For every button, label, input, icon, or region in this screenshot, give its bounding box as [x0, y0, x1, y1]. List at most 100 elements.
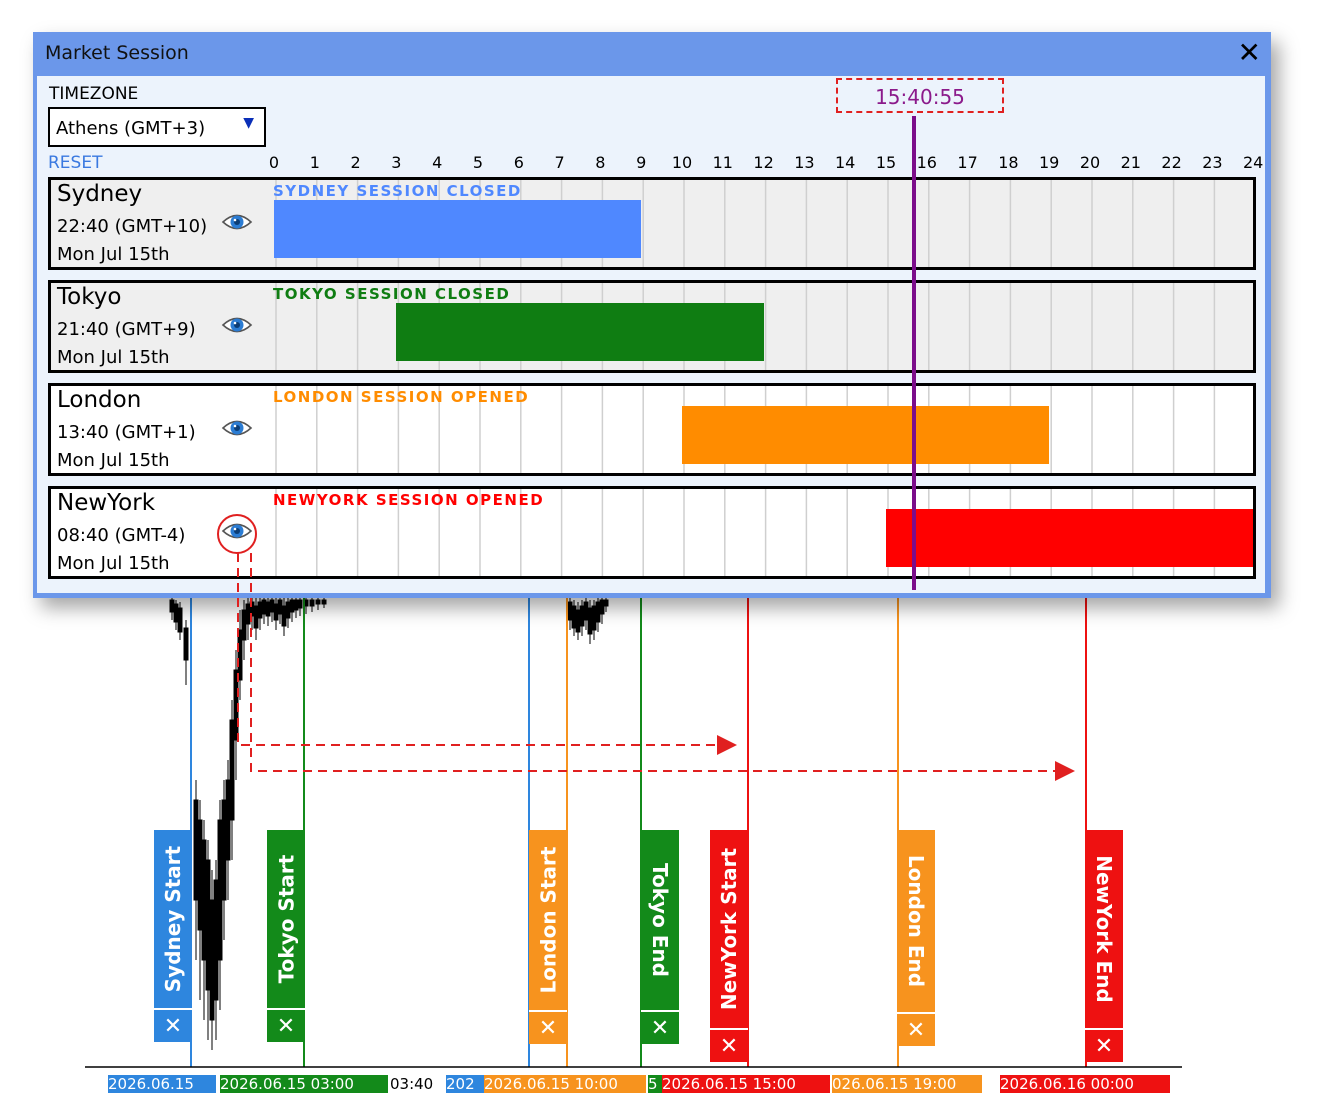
marker-label: Sydney Start: [161, 845, 186, 993]
session-name: NewYork: [57, 490, 156, 516]
marker-close-icon[interactable]: ✕: [641, 1010, 679, 1044]
hour-label: 2: [350, 153, 361, 172]
candle: [599, 599, 605, 615]
timezone-label: TIMEZONE: [49, 84, 139, 104]
marker-tokyo-end: Tokyo End ✕: [641, 830, 679, 1044]
eye-icon[interactable]: [221, 414, 253, 442]
candle: [173, 603, 179, 623]
hour-label: 11: [712, 153, 733, 172]
candle: [269, 599, 275, 613]
hour-label: 12: [753, 153, 774, 172]
close-icon[interactable]: ✕: [1238, 36, 1261, 69]
marker-close-icon[interactable]: ✕: [897, 1012, 935, 1046]
candle: [209, 899, 215, 1021]
candle: [237, 629, 243, 681]
session-local-time: 22:40 (GMT+10): [57, 216, 208, 237]
candle: [321, 599, 327, 605]
candle: [245, 603, 251, 625]
candle: [567, 601, 573, 621]
hour-label: 0: [268, 153, 280, 172]
marker-label: Tokyo Start: [274, 854, 298, 984]
session-status: TOKYO SESSION CLOSED: [273, 285, 511, 303]
timezone-value: Athens (GMT+3): [56, 118, 206, 139]
candle: [571, 605, 577, 629]
marker-label: London Start: [536, 846, 560, 994]
session-date: Mon Jul 15th: [57, 244, 170, 265]
candle: [289, 599, 295, 613]
session-row-london: London 13:40 (GMT+1) Mon Jul 15th LONDON SE…: [48, 383, 1256, 476]
candle: [193, 799, 199, 901]
candle: [315, 599, 321, 605]
candle: [225, 779, 231, 861]
marker-newyork-end: NewYork End ✕: [1085, 830, 1123, 1062]
candle: [241, 609, 247, 641]
candle: [281, 605, 287, 627]
candle: [297, 599, 303, 609]
marker-label: NewYork End: [1092, 855, 1117, 1003]
marker-newyork-start: NewYork Start ✕: [710, 830, 748, 1062]
timezone-select[interactable]: Athens (GMT+3) ▼: [48, 107, 266, 147]
candle: [265, 601, 271, 617]
session-date: Mon Jul 15th: [57, 553, 170, 574]
marker-label: Tokyo End: [648, 863, 673, 977]
hour-label: 24: [1243, 153, 1264, 172]
hour-label: 18: [998, 153, 1019, 172]
marker-label: NewYork Start: [717, 847, 741, 1011]
current-time-line: [911, 116, 916, 590]
marker-close-icon[interactable]: ✕: [154, 1008, 192, 1042]
candle: [177, 607, 183, 633]
hour-label: 23: [1202, 153, 1223, 172]
hour-label: 14: [835, 153, 856, 172]
session-row-sydney: Sydney 22:40 (GMT+10) Mon Jul 15th SYDNEY S…: [48, 177, 1256, 270]
eye-icon[interactable]: [221, 311, 253, 339]
candle: [249, 601, 255, 617]
session-bar-sydney: [274, 200, 642, 258]
reset-button[interactable]: RESET: [48, 153, 102, 173]
marker-close-icon[interactable]: ✕: [1085, 1028, 1123, 1062]
hour-label: 4: [432, 153, 443, 172]
hour-label: 1: [309, 153, 320, 172]
session-row-newyork: NewYork 08:40 (GMT-4) Mon Jul 15th NEWYORK …: [48, 486, 1256, 579]
hour-label: 10: [671, 153, 693, 172]
session-date: Mon Jul 15th: [57, 450, 170, 471]
axis-date-label: 2026.06.15 03:00: [220, 1075, 388, 1093]
session-bar-newyork: [886, 509, 1253, 567]
current-time-box: 15:40:55: [836, 78, 1004, 113]
marker-close-icon[interactable]: ✕: [529, 1010, 567, 1044]
session-bar-london: [682, 406, 1050, 464]
hour-label: 17: [957, 153, 978, 172]
hour-label: 3: [391, 153, 402, 172]
session-status: LONDON SESSION OPENED: [273, 388, 530, 406]
candle: [603, 599, 609, 607]
candle: [233, 669, 239, 741]
hour-label: 22: [1161, 153, 1182, 172]
candle: [183, 627, 189, 661]
eye-icon[interactable]: [221, 208, 253, 236]
candle: [587, 607, 593, 635]
hour-label: 20: [1079, 153, 1101, 172]
candle: [257, 601, 263, 619]
marker-london-end: London End ✕: [897, 830, 935, 1046]
marker-close-icon[interactable]: ✕: [267, 1008, 305, 1042]
candle: [293, 599, 299, 611]
hour-label: 9: [636, 153, 647, 172]
candle: [309, 599, 315, 607]
title-bar[interactable]: Market Session ✕: [33, 32, 1271, 74]
candle: [595, 601, 601, 623]
panel-body: TIMEZONE Athens (GMT+3) ▼ RESET 01234567…: [37, 76, 1265, 593]
axis-date-label: 03:40: [390, 1075, 444, 1093]
current-time: 15:40:55: [875, 85, 965, 109]
session-status: SYDNEY SESSION CLOSED: [273, 182, 522, 200]
candle: [261, 599, 267, 615]
hour-label: 6: [513, 153, 524, 172]
hour-label: 21: [1120, 153, 1141, 172]
session-name: Sydney: [57, 181, 143, 207]
marker-close-icon[interactable]: ✕: [710, 1028, 748, 1062]
market-session-window: Market Session ✕ TIMEZONE Athens (GMT+3)…: [33, 32, 1271, 598]
candle: [579, 605, 585, 627]
hour-label: 5: [472, 153, 484, 172]
candle: [205, 859, 211, 991]
axis-date-label: 202: [446, 1075, 484, 1093]
eye-icon[interactable]: [221, 517, 253, 545]
session-date: Mon Jul 15th: [57, 347, 170, 368]
